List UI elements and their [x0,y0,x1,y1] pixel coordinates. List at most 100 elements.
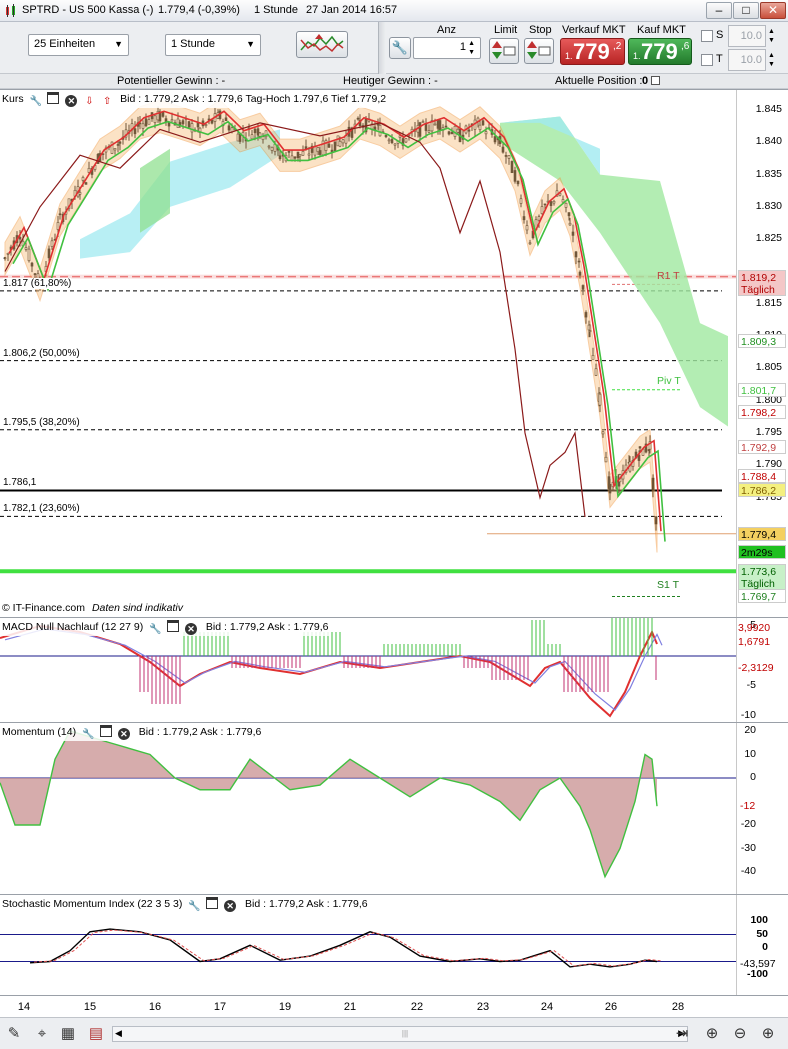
momentum-axis-tick: -30 [740,841,756,854]
price-axis-label: 1.792,9 [738,439,786,454]
close-button[interactable]: ✕ [760,2,786,19]
horizontal-scrollbar[interactable]: ◀ ||| ▶ [112,1026,688,1042]
smi-panel-header: Stochastic Momentum Index (22 3 5 3) 🔧 ✕… [2,897,368,913]
momentum-chart [0,730,736,879]
level-label: 1.817 (61,80%) [3,277,72,289]
wrench-icon[interactable]: 🔧 [30,96,42,108]
window-icon[interactable] [47,92,60,104]
zoom-out-icon[interactable]: ⊖ [730,1024,750,1044]
buy-price-prefix: 1. [633,51,641,61]
move-down-icon[interactable]: ⇩ [83,96,95,108]
stop-order-button[interactable] [524,38,554,64]
momentum-bidask: Bid : 1.779,2 Ask : 1.779,6 [138,726,262,738]
maximize-button[interactable]: □ [733,2,759,19]
sell-price-main: 779 [573,39,610,64]
price-chart [0,99,736,597]
quantity-input[interactable]: 1 ▲ ▼ [413,37,481,59]
sell-market-button[interactable]: 1. 779 ,2 [560,38,625,65]
toolbar-divider [378,22,386,74]
level-label: 1.806,2 (50,00%) [3,347,80,359]
smi-value-label: -43,597 [740,958,776,970]
source-copyright: © IT-Finance.com [2,602,86,614]
grid-color-icon[interactable]: ▤ [86,1024,106,1044]
bottom-toolbar: ✎ ⌖ ▦ ▤ ◀ ||| ▶ ⇥ ⊕ ⊖ ⊕ [0,1017,788,1049]
macd-panel-title: MACD Null Nachlauf (12 27 9) [2,621,144,633]
price-axis-tick: 1.805 [755,361,782,374]
price-axis-tick: 1.830 [755,199,782,212]
macd-bidask: Bid : 1.779,2 Ask : 1.779,6 [205,621,329,633]
price-label-value: 1.773,6 [741,566,777,579]
macd-signal-line [4,628,663,711]
price-panel: 1.8451.8401.8351.8301.8251.8151.8101.805… [0,89,788,617]
interval-select[interactable]: 1 Stunde ▼ [165,34,261,56]
close-circle-icon[interactable]: ✕ [65,95,78,107]
momentum-axis-tick: 10 [744,747,756,760]
momentum-axis-tick: 0 [750,771,756,783]
momentum-panel-title: Momentum (14) [2,726,77,738]
take-profit-checkbox[interactable] [701,54,713,66]
time-axis-tick: 21 [343,1001,357,1013]
calculator-icon[interactable]: ▦ [58,1024,78,1044]
spinner-icon[interactable]: ▲ ▼ [768,27,775,45]
buy-label: Kauf MKT [637,24,686,36]
momentum-value-label: -12 [740,800,756,812]
buy-market-button[interactable]: 1. 779 ,6 [628,38,692,65]
take-profit-input[interactable]: 10.0 [728,49,766,71]
wrench-icon[interactable]: 🔧 [188,901,200,913]
time-axis-tick: 19 [278,1001,292,1013]
daily-r1-band [0,274,736,279]
price-axis-tick: 1.845 [755,103,782,115]
wrench-icon[interactable]: 🔧 [82,729,94,741]
price-label-value: 1.769,7 [741,591,777,604]
stop-loss-input[interactable]: 10.0 [728,25,766,47]
current-position-label: Aktuelle Position : [555,75,643,87]
momentum-axis-tick: -40 [740,865,756,877]
window-interval: 1 Stunde [254,4,299,16]
units-select[interactable]: 25 Einheiten ▼ [28,34,129,56]
price-label-value: 1.801,7 [741,384,777,397]
spinner-icon[interactable]: ▲ ▼ [468,39,475,57]
order-settings-button[interactable]: 🔧 [389,37,411,59]
smi-panel: 100 50 0 -100 Stochastic Momentum Index (22… [0,894,788,995]
today-profit: Heutiger Gewinn : - [343,75,438,87]
wrench-icon[interactable]: 🔧 [149,624,161,636]
price-label-value: 2m29s [741,546,773,559]
stop-order-icon [527,41,551,59]
scroll-thumb[interactable]: ||| [375,1029,435,1039]
pin-icon[interactable]: ⌖ [32,1024,52,1044]
smi-signal-line [33,929,662,967]
window-icon[interactable] [99,725,112,737]
s-label: S [716,29,724,41]
smi-axis-tick: 100 [750,914,768,926]
smi-panel-title: Stochastic Momentum Index (22 3 5 3) [2,898,183,910]
price-axis-label: 1.801,7 [738,382,786,397]
zoom-in-icon[interactable]: ⊕ [758,1024,778,1044]
chart-indicator-icon [300,34,344,53]
close-circle-icon[interactable]: ✕ [224,900,237,912]
stop-loss-checkbox[interactable] [701,30,713,42]
zoom-fit-icon[interactable]: ⊕ [702,1024,722,1044]
window-icon[interactable] [206,897,219,909]
magic-wand-icon[interactable]: ✎ [4,1024,24,1044]
move-up-icon[interactable]: ⇧ [101,96,113,108]
sell-price-suffix: ,2 [613,41,622,52]
scroll-left-arrow[interactable]: ◀ [115,1028,122,1039]
price-axis-tick: 1.795 [755,426,782,438]
close-circle-icon[interactable]: ✕ [117,728,130,740]
window-icon[interactable] [167,620,180,632]
price-label-value: 1.779,4 [741,528,777,541]
price-label-value: 1.819,2 [741,271,777,284]
chart-type-button[interactable] [296,31,348,58]
time-axis-tick: 28 [671,1001,685,1013]
price-axis-tick: 1.840 [755,135,782,148]
limit-order-button[interactable] [489,38,519,64]
toolbar: 25 Einheiten ▼ 1 Stunde ▼ Anz 🔧 1 ▲ ▼ Lim… [0,22,788,74]
spinner-icon[interactable]: ▲ ▼ [768,51,775,69]
momentum-axis-tick: 20 [744,724,756,736]
minimize-button[interactable]: – [706,2,732,19]
close-circle-icon[interactable]: ✕ [185,623,197,635]
chevron-down-icon: ▼ [246,39,255,49]
price-label-sub: Täglich [741,283,775,296]
time-axis-tick: 14 [17,1001,31,1013]
move-right-icon[interactable]: ⇥ [672,1024,692,1044]
